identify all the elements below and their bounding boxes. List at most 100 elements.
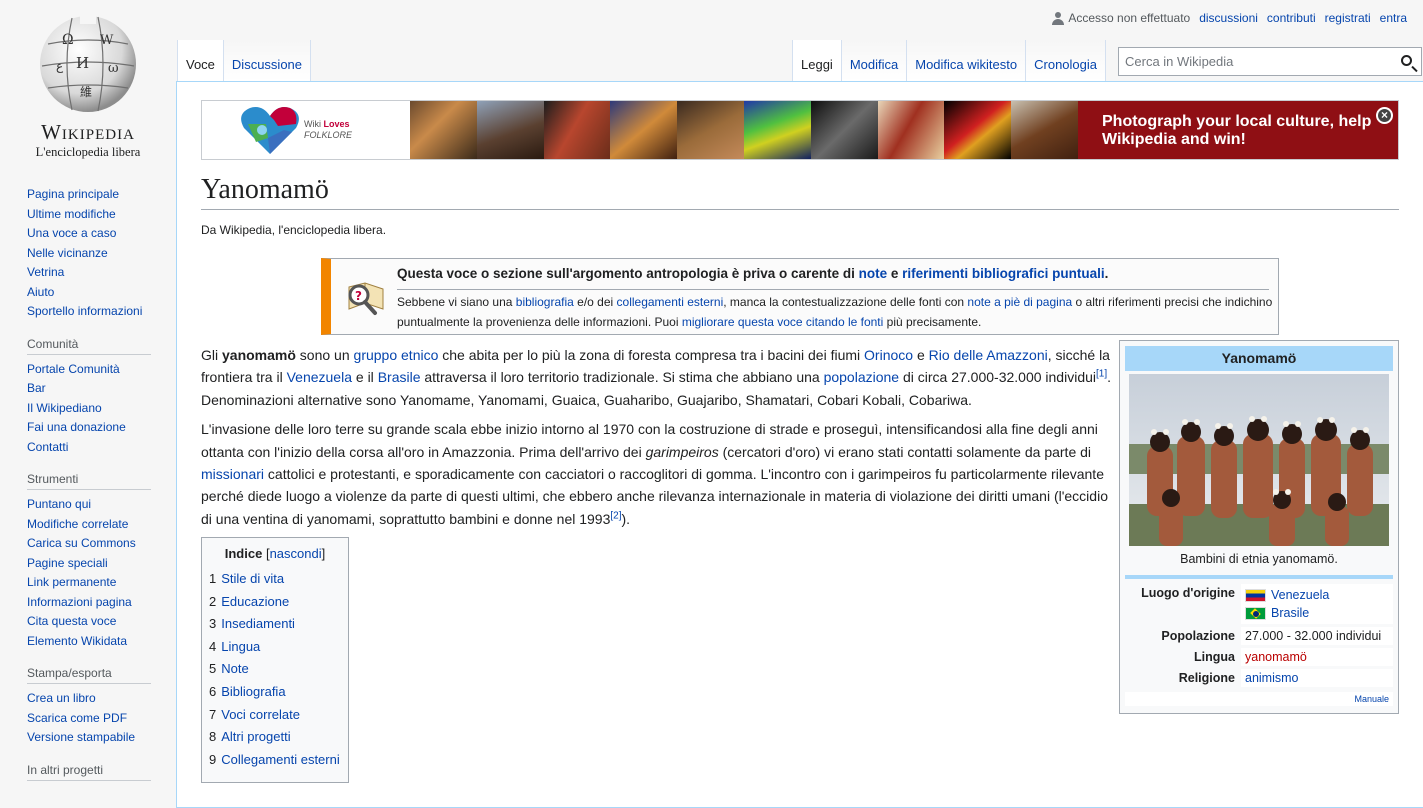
link-venezuela[interactable]: Venezuela [287, 369, 352, 385]
infobox-row: Popolazione 27.000 - 32.000 individui [1125, 627, 1393, 645]
link-missionari[interactable]: missionari [201, 466, 264, 482]
nav-recent-changes[interactable]: Ultime modifiche [27, 207, 116, 221]
login-link[interactable]: entra [1380, 11, 1407, 25]
wiki-loves-folklore-logo: Wiki Loves FOLKLORE [202, 101, 410, 159]
toc-item[interactable]: 4 Lingua [209, 636, 341, 659]
ref-1[interactable]: [1] [1096, 369, 1107, 380]
link-orinoco[interactable]: Orinoco [864, 347, 913, 363]
brazil-flag-icon [1245, 606, 1266, 620]
tab-talk[interactable]: Discussione [223, 40, 312, 81]
sidebar-item-community-portal[interactable]: Portale Comunità [27, 362, 120, 376]
sidebar-item-upload-commons[interactable]: Carica su Commons [27, 536, 136, 550]
not-logged-in-label: Accesso non effettuato [1068, 11, 1191, 25]
toc-item[interactable]: 5 Note [209, 658, 341, 681]
nav-main-page[interactable]: Pagina principale [27, 187, 119, 201]
nav-info-desk[interactable]: Sportello informazioni [27, 304, 142, 318]
talk-link[interactable]: discussioni [1199, 11, 1258, 25]
sidebar-item-page-info[interactable]: Informazioni pagina [27, 595, 132, 609]
nav-help[interactable]: Aiuto [27, 285, 54, 299]
wlf-text: Wiki Loves FOLKLORE [304, 119, 353, 140]
contributions-link[interactable]: contributi [1267, 11, 1316, 25]
sidebar-item-contacts[interactable]: Contatti [27, 440, 68, 454]
notice-link-footnotes[interactable]: note a piè di pagina [967, 295, 1072, 309]
tab-read[interactable]: Leggi [792, 40, 842, 81]
article-body: Gli yanomamö sono un gruppo etnico che a… [201, 344, 1111, 537]
infobox-value: Venezuela Brasile [1241, 584, 1393, 624]
sidebar-item-special-pages[interactable]: Pagine speciali [27, 556, 108, 570]
sidebar-item-permanent-link[interactable]: Link permanente [27, 575, 116, 589]
infobox-value: animismo [1241, 669, 1393, 687]
search-input[interactable] [1119, 48, 1379, 75]
not-logged-in: Accesso non effettuato [1052, 11, 1190, 25]
nav-random[interactable]: Una voce a caso [27, 226, 116, 240]
sidebar-item-bar[interactable]: Bar [27, 381, 46, 395]
search-icon[interactable] [1401, 55, 1412, 66]
notice-box: ? Questa voce o sezione sull'argomento a… [321, 258, 1279, 335]
puzzle-globe-icon: Ω W И ω ع 維 [40, 14, 136, 112]
toc-item[interactable]: 7 Voci correlate [209, 704, 341, 727]
tab-edit[interactable]: Modifica [841, 40, 908, 81]
wikipedia-logo[interactable]: Ω W И ω ع 維 Wikipedia L'enciclopedia lib… [0, 0, 176, 160]
sidebar-item-related-changes[interactable]: Modifiche correlate [27, 517, 128, 531]
notice-link-improve[interactable]: migliorare questa voce [682, 315, 803, 329]
banner-photo [944, 101, 1012, 159]
infobox-image[interactable] [1129, 374, 1389, 546]
create-account-link[interactable]: registrati [1325, 11, 1371, 25]
infobox-link-venezuela[interactable]: Venezuela [1271, 588, 1329, 602]
toc-item[interactable]: 2 Educazione [209, 591, 341, 614]
link-amazon[interactable]: Rio delle Amazzoni [929, 347, 1048, 363]
sidebar-item-cite[interactable]: Cita questa voce [27, 614, 116, 628]
notice-link-bibliography[interactable]: bibliografia [516, 295, 574, 309]
infobox-label: Religione [1125, 669, 1241, 687]
sidebar-item-wikidata[interactable]: Elemento Wikidata [27, 634, 127, 648]
campaign-banner[interactable]: Wiki Loves FOLKLORE Photograph your loca… [201, 100, 1399, 160]
svg-text:維: 維 [80, 85, 92, 99]
community-portal: Portale Comunità Bar Il Wikipediano Fai … [27, 361, 157, 459]
notice-link-cite-sources[interactable]: citando le fonti [806, 315, 883, 329]
infobox-manual-link[interactable]: Manuale [1354, 694, 1389, 704]
page-title: Yanomamö [201, 174, 1399, 210]
banner-photo [410, 101, 477, 159]
sidebar-item-wikipediano[interactable]: Il Wikipediano [27, 401, 102, 415]
infobox-link-lingua[interactable]: yanomamö [1245, 650, 1307, 664]
toc-item[interactable]: 3 Insediamenti [209, 613, 341, 636]
search-box [1118, 47, 1422, 76]
paragraph-1: Gli yanomamö sono un gruppo etnico che a… [201, 347, 1112, 408]
tab-edit-source[interactable]: Modifica wikitesto [907, 40, 1027, 81]
nav-featured[interactable]: Vetrina [27, 265, 64, 279]
link-population[interactable]: popolazione [824, 369, 900, 385]
ref-2[interactable]: [2] [610, 510, 621, 521]
close-banner-icon[interactable]: × [1376, 107, 1393, 124]
notice-link-external[interactable]: collegamenti esterni [617, 295, 724, 309]
toc-item[interactable]: 6 Bibliografia [209, 681, 341, 704]
banner-photo [610, 101, 678, 159]
svg-text:ω: ω [108, 61, 119, 76]
tab-history[interactable]: Cronologia [1026, 40, 1106, 81]
link-brasile[interactable]: Brasile [378, 369, 421, 385]
infobox-table: Luogo d'origine Venezuela Brasile Popola… [1125, 581, 1393, 690]
link-ethnic-group[interactable]: gruppo etnico [354, 347, 439, 363]
sidebar-item-create-book[interactable]: Crea un libro [27, 691, 96, 705]
notice-link-notes[interactable]: note [859, 266, 888, 281]
toc-item[interactable]: 8 Altri progetti [209, 726, 341, 749]
infobox: Yanomamö Bambini di etnia yanomamö. Luog… [1119, 340, 1399, 714]
heart-puzzle-icon [241, 107, 299, 154]
infobox-separator [1125, 575, 1393, 579]
sidebar-item-donate[interactable]: Fai una donazione [27, 420, 126, 434]
sidebar-item-printable[interactable]: Versione stampabile [27, 730, 135, 744]
nav-nearby[interactable]: Nelle vicinanze [27, 246, 108, 260]
toc-toggle[interactable]: nascondi [270, 546, 322, 561]
infobox-link-religione[interactable]: animismo [1245, 671, 1299, 685]
toc-item[interactable]: 9 Collegamenti esterni [209, 749, 341, 772]
toc-item[interactable]: 1 Stile di vita [209, 568, 341, 591]
venezuela-flag-icon [1245, 588, 1266, 602]
infobox-link-brasile[interactable]: Brasile [1271, 606, 1309, 620]
banner-photo [810, 101, 878, 159]
infobox-row: Lingua yanomamö [1125, 648, 1393, 666]
sidebar-item-what-links-here[interactable]: Puntano qui [27, 497, 91, 511]
tab-article[interactable]: Voce [177, 40, 224, 81]
banner-cta[interactable]: Photograph your local culture, help Wiki… [1078, 101, 1398, 159]
notice-link-references[interactable]: riferimenti bibliografici puntuali [902, 266, 1105, 281]
sidebar-item-download-pdf[interactable]: Scarica come PDF [27, 711, 127, 725]
portal-heading-tools: Strumenti [27, 472, 151, 490]
